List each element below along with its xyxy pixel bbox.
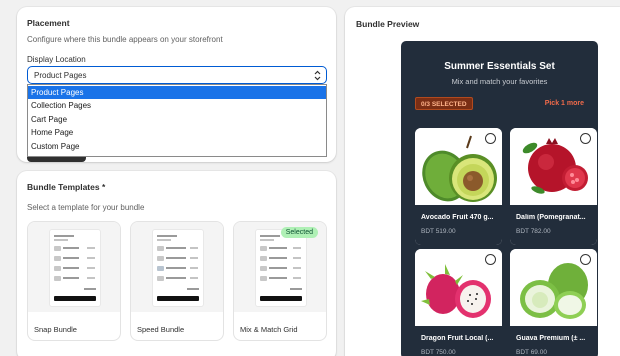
select-checkbox[interactable]: [580, 133, 591, 144]
product-name: Avocado Fruit 470 g...: [421, 214, 494, 221]
template-thumbnail: [131, 222, 223, 312]
product-name: Dragon Fruit Local (...: [421, 335, 494, 342]
product-price: BDT 750.00: [421, 349, 456, 356]
bundle-title: Summer Essentials Set: [444, 61, 555, 72]
templates-helper-text: Select a template for your bundle: [27, 203, 145, 212]
product-price: BDT 782.00: [516, 228, 551, 235]
template-speed-bundle[interactable]: Speed Bundle: [130, 221, 224, 341]
product-card-guava[interactable]: Guava Premium (± ... BDT 69.00: [510, 249, 597, 356]
template-label: Mix & Match Grid: [240, 325, 298, 334]
placement-helper-text: Configure where this bundle appears on y…: [27, 35, 223, 44]
selection-status-badge: 0/3 SELECTED: [415, 97, 473, 110]
product-name: Dalim (Pomegranat...: [516, 214, 586, 221]
product-card-dragon-fruit[interactable]: Dragon Fruit Local (... BDT 750.00: [415, 249, 502, 356]
template-label: Speed Bundle: [137, 325, 185, 334]
template-label: Snap Bundle: [34, 325, 77, 334]
option-custom-page[interactable]: Custom Page: [28, 140, 326, 153]
preview-title: Bundle Preview: [356, 19, 420, 29]
option-product-pages[interactable]: Product Pages: [28, 86, 326, 99]
select-checkbox[interactable]: [485, 254, 496, 265]
bundle-subtitle: Mix and match your favorites: [451, 77, 548, 86]
selected-badge: Selected: [280, 227, 318, 238]
product-card-avocado[interactable]: Avocado Fruit 470 g... BDT 519.00: [415, 128, 502, 245]
display-location-value: Product Pages: [34, 71, 87, 80]
display-location-options: Product Pages Collection Pages Cart Page…: [27, 84, 327, 157]
select-checkbox[interactable]: [580, 254, 591, 265]
select-checkbox[interactable]: [485, 133, 496, 144]
chevron-up-down-icon: [314, 70, 321, 81]
placement-title: Placement: [27, 18, 70, 28]
template-thumbnail: [28, 222, 120, 312]
template-mix-match-grid[interactable]: Selected Mix & Match Grid: [233, 221, 327, 341]
placement-card: Placement Configure where this bundle ap…: [17, 7, 336, 162]
product-price: BDT 519.00: [421, 228, 456, 235]
preview-card: Bundle Preview Summer Essentials Set Mix…: [345, 7, 620, 356]
display-location-select[interactable]: Product Pages: [27, 66, 327, 84]
templates-title: Bundle Templates *: [27, 182, 106, 192]
option-cart-page[interactable]: Cart Page: [28, 113, 326, 126]
product-card-pomegranate[interactable]: Dalim (Pomegranat... BDT 782.00: [510, 128, 597, 245]
templates-card: Bundle Templates * Select a template for…: [17, 171, 336, 356]
template-snap-bundle[interactable]: Snap Bundle: [27, 221, 121, 341]
product-price: BDT 69.00: [516, 349, 547, 356]
product-name: Guava Premium (± ...: [516, 335, 586, 342]
option-collection-pages[interactable]: Collection Pages: [28, 99, 326, 112]
bundle-preview-panel: Summer Essentials Set Mix and match your…: [401, 41, 598, 356]
option-home-page[interactable]: Home Page: [28, 126, 326, 139]
pick-more-text: Pick 1 more: [544, 100, 584, 107]
display-location-label: Display Location: [27, 55, 86, 64]
